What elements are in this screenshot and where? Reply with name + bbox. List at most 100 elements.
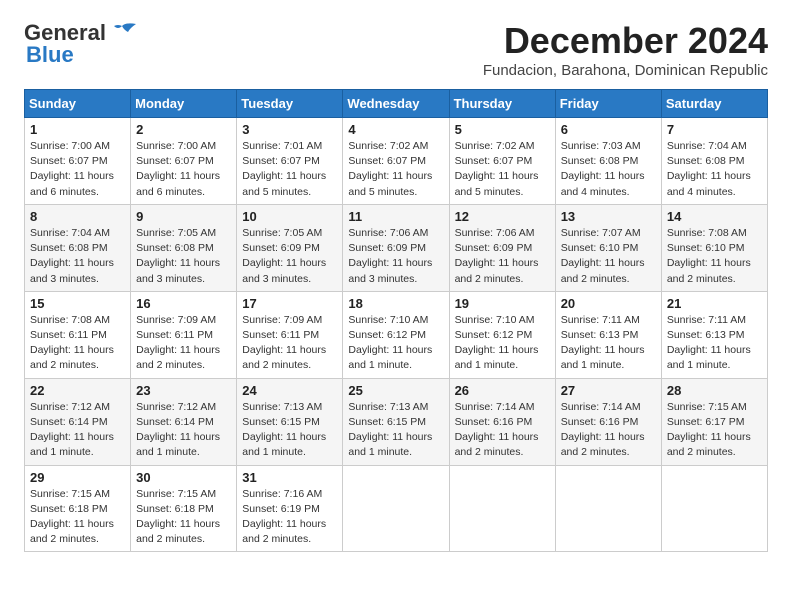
day-info: Sunrise: 7:04 AM Sunset: 6:08 PM Dayligh… bbox=[30, 226, 125, 287]
weekday-header-sunday: Sunday bbox=[25, 90, 131, 118]
day-info: Sunrise: 7:10 AM Sunset: 6:12 PM Dayligh… bbox=[348, 313, 443, 374]
calendar-cell: 20 Sunrise: 7:11 AM Sunset: 6:13 PM Dayli… bbox=[555, 291, 661, 378]
calendar-cell: 2Sunrise: 7:00 AM Sunset: 6:07 PM Daylig… bbox=[131, 118, 237, 205]
day-info: Sunrise: 7:08 AM Sunset: 6:10 PM Dayligh… bbox=[667, 226, 762, 287]
calendar-cell: 27 Sunrise: 7:14 AM Sunset: 6:16 PM Dayli… bbox=[555, 378, 661, 465]
calendar-cell: 31 Sunrise: 7:16 AM Sunset: 6:19 PM Dayli… bbox=[237, 465, 343, 552]
day-number: 5 bbox=[455, 122, 550, 137]
calendar-cell: 4 Sunrise: 7:02 AM Sunset: 6:07 PM Daylig… bbox=[343, 118, 449, 205]
day-number: 30 bbox=[136, 470, 231, 485]
calendar-cell: 1 Sunrise: 7:00 AM Sunset: 6:07 PM Daylig… bbox=[25, 118, 131, 205]
day-info: Sunrise: 7:14 AM Sunset: 6:16 PM Dayligh… bbox=[561, 400, 656, 461]
day-info: Sunrise: 7:07 AM Sunset: 6:10 PM Dayligh… bbox=[561, 226, 656, 287]
calendar-cell: 29Sunrise: 7:15 AM Sunset: 6:18 PM Dayli… bbox=[25, 465, 131, 552]
header: General Blue December 2024 Fundacion, Ba… bbox=[24, 20, 768, 79]
day-number: 17 bbox=[242, 296, 337, 311]
day-info: Sunrise: 7:06 AM Sunset: 6:09 PM Dayligh… bbox=[348, 226, 443, 287]
calendar-table: SundayMondayTuesdayWednesdayThursdayFrid… bbox=[24, 89, 768, 552]
calendar-cell: 16Sunrise: 7:09 AM Sunset: 6:11 PM Dayli… bbox=[131, 291, 237, 378]
day-info: Sunrise: 7:15 AM Sunset: 6:18 PM Dayligh… bbox=[136, 487, 231, 548]
calendar-cell: 28Sunrise: 7:15 AM Sunset: 6:17 PM Dayli… bbox=[661, 378, 767, 465]
calendar-cell: 30 Sunrise: 7:15 AM Sunset: 6:18 PM Dayli… bbox=[131, 465, 237, 552]
calendar-week-5: 29Sunrise: 7:15 AM Sunset: 6:18 PM Dayli… bbox=[25, 465, 768, 552]
day-number: 22 bbox=[30, 383, 125, 398]
day-info: Sunrise: 7:13 AM Sunset: 6:15 PM Dayligh… bbox=[348, 400, 443, 461]
calendar-cell bbox=[555, 465, 661, 552]
day-number: 23 bbox=[136, 383, 231, 398]
day-number: 7 bbox=[667, 122, 762, 137]
day-info: Sunrise: 7:16 AM Sunset: 6:19 PM Dayligh… bbox=[242, 487, 337, 548]
day-info: Sunrise: 7:00 AM Sunset: 6:07 PM Dayligh… bbox=[30, 139, 125, 200]
calendar-cell: 10 Sunrise: 7:05 AM Sunset: 6:09 PM Dayli… bbox=[237, 204, 343, 291]
calendar-cell: 5 Sunrise: 7:02 AM Sunset: 6:07 PM Daylig… bbox=[449, 118, 555, 205]
day-info: Sunrise: 7:13 AM Sunset: 6:15 PM Dayligh… bbox=[242, 400, 337, 461]
calendar-cell bbox=[661, 465, 767, 552]
day-number: 21 bbox=[667, 296, 762, 311]
day-number: 13 bbox=[561, 209, 656, 224]
calendar-cell: 19 Sunrise: 7:10 AM Sunset: 6:12 PM Dayli… bbox=[449, 291, 555, 378]
day-info: Sunrise: 7:00 AM Sunset: 6:07 PM Dayligh… bbox=[136, 139, 231, 200]
day-info: Sunrise: 7:11 AM Sunset: 6:13 PM Dayligh… bbox=[667, 313, 762, 374]
day-info: Sunrise: 7:01 AM Sunset: 6:07 PM Dayligh… bbox=[242, 139, 337, 200]
day-number: 20 bbox=[561, 296, 656, 311]
day-info: Sunrise: 7:08 AM Sunset: 6:11 PM Dayligh… bbox=[30, 313, 125, 374]
day-info: Sunrise: 7:09 AM Sunset: 6:11 PM Dayligh… bbox=[242, 313, 337, 374]
day-number: 10 bbox=[242, 209, 337, 224]
day-info: Sunrise: 7:06 AM Sunset: 6:09 PM Dayligh… bbox=[455, 226, 550, 287]
weekday-header-saturday: Saturday bbox=[661, 90, 767, 118]
day-info: Sunrise: 7:14 AM Sunset: 6:16 PM Dayligh… bbox=[455, 400, 550, 461]
day-info: Sunrise: 7:03 AM Sunset: 6:08 PM Dayligh… bbox=[561, 139, 656, 200]
day-number: 1 bbox=[30, 122, 125, 137]
day-info: Sunrise: 7:11 AM Sunset: 6:13 PM Dayligh… bbox=[561, 313, 656, 374]
logo: General Blue bbox=[24, 20, 138, 68]
day-number: 31 bbox=[242, 470, 337, 485]
day-number: 14 bbox=[667, 209, 762, 224]
day-info: Sunrise: 7:02 AM Sunset: 6:07 PM Dayligh… bbox=[348, 139, 443, 200]
logo-text-blue: Blue bbox=[26, 42, 74, 68]
day-number: 6 bbox=[561, 122, 656, 137]
day-info: Sunrise: 7:02 AM Sunset: 6:07 PM Dayligh… bbox=[455, 139, 550, 200]
calendar-cell: 13 Sunrise: 7:07 AM Sunset: 6:10 PM Dayli… bbox=[555, 204, 661, 291]
calendar-week-3: 15 Sunrise: 7:08 AM Sunset: 6:11 PM Dayli… bbox=[25, 291, 768, 378]
calendar-cell: 22 Sunrise: 7:12 AM Sunset: 6:14 PM Dayli… bbox=[25, 378, 131, 465]
day-info: Sunrise: 7:05 AM Sunset: 6:09 PM Dayligh… bbox=[242, 226, 337, 287]
calendar-cell: 25 Sunrise: 7:13 AM Sunset: 6:15 PM Dayli… bbox=[343, 378, 449, 465]
calendar-week-1: 1 Sunrise: 7:00 AM Sunset: 6:07 PM Daylig… bbox=[25, 118, 768, 205]
day-number: 18 bbox=[348, 296, 443, 311]
subtitle: Fundacion, Barahona, Dominican Republic bbox=[483, 62, 768, 79]
month-title: December 2024 bbox=[483, 20, 768, 62]
calendar-body: 1 Sunrise: 7:00 AM Sunset: 6:07 PM Daylig… bbox=[25, 118, 768, 552]
calendar-cell bbox=[449, 465, 555, 552]
weekday-header-wednesday: Wednesday bbox=[343, 90, 449, 118]
day-info: Sunrise: 7:04 AM Sunset: 6:08 PM Dayligh… bbox=[667, 139, 762, 200]
calendar-cell: 8 Sunrise: 7:04 AM Sunset: 6:08 PM Daylig… bbox=[25, 204, 131, 291]
calendar-header: SundayMondayTuesdayWednesdayThursdayFrid… bbox=[25, 90, 768, 118]
calendar-cell bbox=[343, 465, 449, 552]
day-number: 9 bbox=[136, 209, 231, 224]
day-info: Sunrise: 7:12 AM Sunset: 6:14 PM Dayligh… bbox=[136, 400, 231, 461]
day-number: 8 bbox=[30, 209, 125, 224]
day-number: 27 bbox=[561, 383, 656, 398]
day-number: 4 bbox=[348, 122, 443, 137]
day-number: 24 bbox=[242, 383, 337, 398]
day-number: 25 bbox=[348, 383, 443, 398]
calendar-cell: 6 Sunrise: 7:03 AM Sunset: 6:08 PM Daylig… bbox=[555, 118, 661, 205]
day-info: Sunrise: 7:09 AM Sunset: 6:11 PM Dayligh… bbox=[136, 313, 231, 374]
calendar-cell: 7 Sunrise: 7:04 AM Sunset: 6:08 PM Daylig… bbox=[661, 118, 767, 205]
day-info: Sunrise: 7:12 AM Sunset: 6:14 PM Dayligh… bbox=[30, 400, 125, 461]
day-info: Sunrise: 7:10 AM Sunset: 6:12 PM Dayligh… bbox=[455, 313, 550, 374]
day-number: 15 bbox=[30, 296, 125, 311]
day-info: Sunrise: 7:05 AM Sunset: 6:08 PM Dayligh… bbox=[136, 226, 231, 287]
calendar-cell: 3 Sunrise: 7:01 AM Sunset: 6:07 PM Daylig… bbox=[237, 118, 343, 205]
weekday-header-friday: Friday bbox=[555, 90, 661, 118]
weekday-header-thursday: Thursday bbox=[449, 90, 555, 118]
day-info: Sunrise: 7:15 AM Sunset: 6:18 PM Dayligh… bbox=[30, 487, 125, 548]
calendar-cell: 24 Sunrise: 7:13 AM Sunset: 6:15 PM Dayli… bbox=[237, 378, 343, 465]
calendar-week-2: 8 Sunrise: 7:04 AM Sunset: 6:08 PM Daylig… bbox=[25, 204, 768, 291]
day-number: 12 bbox=[455, 209, 550, 224]
title-area: December 2024 Fundacion, Barahona, Domin… bbox=[483, 20, 768, 79]
day-number: 3 bbox=[242, 122, 337, 137]
weekday-header-row: SundayMondayTuesdayWednesdayThursdayFrid… bbox=[25, 90, 768, 118]
day-number: 19 bbox=[455, 296, 550, 311]
calendar-cell: 17 Sunrise: 7:09 AM Sunset: 6:11 PM Dayli… bbox=[237, 291, 343, 378]
